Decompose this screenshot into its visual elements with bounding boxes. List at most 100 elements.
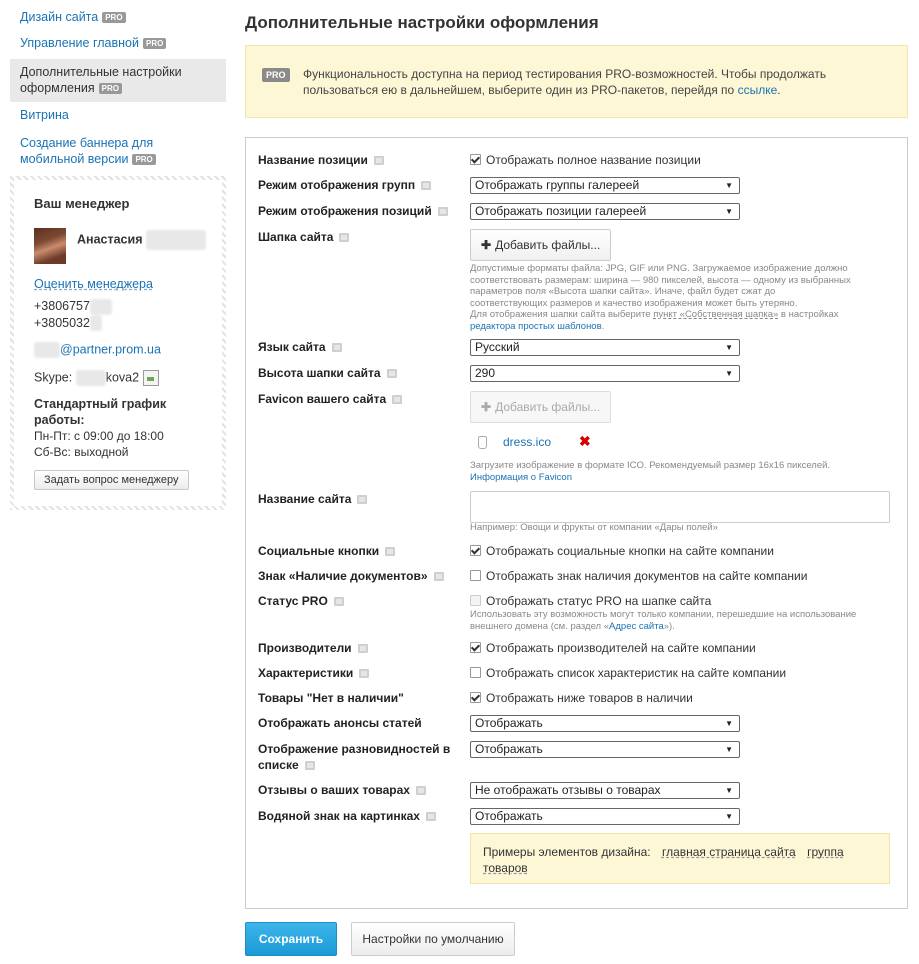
select-language[interactable]: Русский ▼ — [470, 339, 740, 356]
simple-templates-editor-link[interactable]: редактора простых шаблонов — [470, 321, 602, 332]
sidebar-item-extra-settings[interactable]: Дополнительные настройки оформления PRO — [10, 59, 226, 102]
help-icon[interactable] — [331, 343, 342, 353]
checkbox-label: Отображать знак наличия документов на са… — [486, 569, 808, 583]
checkbox-pro-status[interactable]: Отображать статус PRO на шапке сайта — [470, 593, 711, 609]
select-value: 290 — [475, 366, 496, 380]
help-icon[interactable] — [421, 181, 432, 191]
checkbox-out-of-stock[interactable]: Отображать ниже товаров в наличии — [470, 690, 693, 706]
custom-header-item[interactable]: пункт «Собственная шапка» — [653, 309, 778, 320]
checkbox-checked-icon[interactable] — [470, 545, 481, 556]
reset-defaults-button[interactable]: Настройки по умолчанию — [351, 922, 515, 956]
manager-name: Анастасия — [77, 230, 206, 250]
sidebar-item-mobile-banner[interactable]: Создание баннера для мобильной версии PRO — [10, 132, 226, 170]
select-articles[interactable]: Отображать ▼ — [470, 715, 740, 732]
select-positions-mode[interactable]: Отображать позиции галереей ▼ — [470, 203, 740, 220]
select-reviews[interactable]: Не отображать отзывы о товарах ▼ — [470, 782, 740, 799]
example-group-link[interactable]: группа — [807, 845, 844, 859]
select-value: Русский — [475, 340, 520, 354]
checkbox-position-name[interactable]: Отображать полное название позиции — [470, 152, 701, 168]
dropdown-arrow-icon: ▼ — [725, 207, 733, 216]
ask-manager-button[interactable]: Задать вопрос менеджеру — [34, 470, 189, 490]
checkbox-manufacturers[interactable]: Отображать производителей на сайте компа… — [470, 640, 756, 656]
site-address-link[interactable]: Адрес сайта — [609, 621, 664, 632]
checkbox-label: Отображать ниже товаров в наличии — [486, 691, 693, 705]
dropdown-arrow-icon: ▼ — [725, 181, 733, 190]
button-label: Добавить файлы... — [495, 238, 601, 252]
dropdown-arrow-icon: ▼ — [725, 369, 733, 378]
site-name-input[interactable] — [470, 491, 890, 523]
checkbox-characteristics[interactable]: Отображать список характеристик на сайте… — [470, 665, 786, 681]
manager-email[interactable]: @partner.prom.ua — [34, 342, 161, 358]
select-groups-mode[interactable]: Отображать группы галереей ▼ — [470, 177, 740, 194]
label-text: Производители — [258, 641, 352, 655]
redacted-email-part — [34, 342, 60, 358]
help-icon[interactable] — [304, 761, 315, 771]
help-icon[interactable] — [373, 156, 384, 166]
favicon-file: dress.ico ✖ — [478, 433, 591, 450]
help-icon[interactable] — [433, 572, 444, 582]
label-site-header: Шапка сайта — [258, 229, 350, 245]
select-variants[interactable]: Отображать ▼ — [470, 741, 740, 758]
email-link[interactable]: @partner.prom.ua — [60, 342, 161, 356]
add-header-files-button[interactable]: ✚ Добавить файлы... — [470, 229, 612, 261]
hint-line: внешнего домена (см. раздел «Адрес сайта… — [470, 621, 890, 633]
skype-label: Skype: — [34, 370, 73, 385]
hint-line: Использовать эту возможность могут тольк… — [470, 609, 857, 620]
select-value: Отображать — [475, 716, 543, 730]
hint-text: Для отображения шапки сайта выберите — [470, 309, 654, 320]
select-value: Не отображать отзывы о товарах — [475, 783, 661, 797]
select-header-height[interactable]: 290 ▼ — [470, 365, 740, 382]
help-icon[interactable] — [437, 207, 448, 217]
help-icon[interactable] — [333, 597, 344, 607]
checkbox-label: Отображать производителей на сайте компа… — [486, 641, 756, 655]
notice-link[interactable]: ссылке — [738, 83, 778, 97]
hint-text: внешнего домена (см. раздел « — [470, 620, 610, 632]
help-icon[interactable] — [359, 669, 370, 679]
example-home-link[interactable]: главная страница сайта — [662, 845, 796, 859]
pro-badge: PRO — [132, 154, 156, 166]
favicon-info-link[interactable]: Информация о Favicon — [470, 472, 572, 483]
label-text: Знак «Наличие документов» — [258, 569, 428, 583]
hint-line: Для отображения шапки сайта выберите пун… — [470, 309, 890, 321]
help-icon[interactable] — [425, 812, 436, 822]
manager-skype: Skype: kova2 — [34, 370, 160, 386]
checkbox-checked-icon[interactable] — [470, 154, 481, 165]
help-icon[interactable] — [386, 369, 397, 379]
page-title: Дополнительные настройки оформления — [245, 13, 599, 32]
help-icon[interactable] — [357, 495, 368, 505]
checkbox-unchecked-icon[interactable] — [470, 570, 481, 581]
save-button[interactable]: Сохранить — [245, 922, 337, 956]
label-groups-mode: Режим отображения групп — [258, 177, 432, 193]
delete-icon[interactable]: ✖ — [579, 433, 591, 449]
sidebar-item-showcase[interactable]: Витрина — [10, 104, 226, 126]
checkbox-checked-icon[interactable] — [470, 642, 481, 653]
help-icon[interactable] — [392, 395, 403, 405]
redacted-surname — [145, 230, 206, 250]
checkbox-documents[interactable]: Отображать знак наличия документов на са… — [470, 568, 807, 584]
pro-badge: PRO — [262, 68, 290, 82]
redacted-phone-part — [89, 298, 112, 315]
avatar — [34, 228, 66, 264]
select-value: Отображать — [475, 809, 543, 823]
skype-status-icon[interactable] — [143, 370, 160, 386]
label-positions-mode: Режим отображения позиций — [258, 203, 448, 219]
hint-line: редактора простых шаблонов. — [470, 321, 890, 333]
sidebar-item-site-design[interactable]: Дизайн сайта PRO — [10, 6, 226, 28]
rate-manager-link[interactable]: Оценить менеджера — [34, 277, 153, 291]
help-icon[interactable] — [385, 547, 396, 557]
checkbox-unchecked-icon[interactable] — [470, 667, 481, 678]
add-favicon-files-button[interactable]: ✚ Добавить файлы... — [470, 391, 612, 423]
favicon-file-link[interactable]: dress.ico — [503, 435, 551, 449]
select-watermark[interactable]: Отображать ▼ — [470, 808, 740, 825]
redacted-skype-part — [75, 370, 106, 386]
sidebar-item-home-management[interactable]: Управление главной PRO — [10, 32, 226, 54]
checkbox-social-buttons[interactable]: Отображать социальные кнопки на сайте ко… — [470, 543, 774, 559]
help-icon[interactable] — [415, 786, 426, 796]
checkbox-checked-icon[interactable] — [470, 692, 481, 703]
example-products-link[interactable]: товаров — [483, 861, 528, 875]
schedule: Пн-Пт: с 09:00 до 18:00 Сб-Вс: выходной — [34, 428, 164, 460]
help-icon[interactable] — [339, 233, 350, 243]
pro-badge: PRO — [142, 38, 167, 50]
help-icon[interactable] — [357, 644, 368, 654]
notice-text: Функциональность доступна на период тест… — [303, 66, 891, 98]
